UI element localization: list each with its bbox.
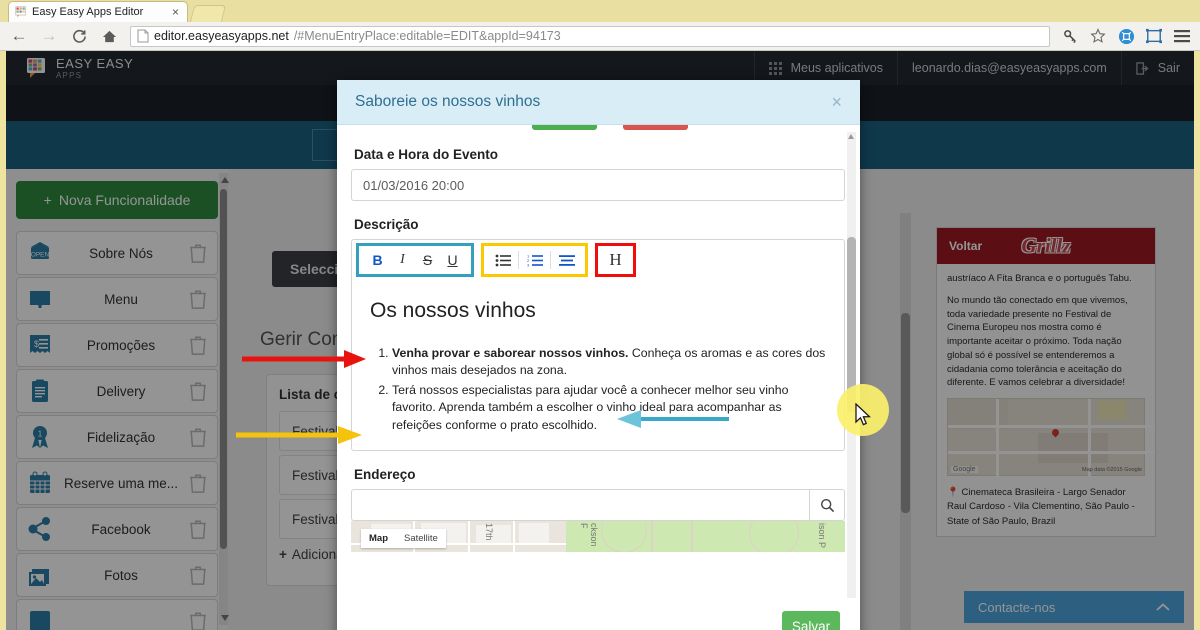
underline-button[interactable]: U: [440, 247, 465, 273]
rich-text-editor: B I S U 123 H Os nossos vinhos 1. Venha …: [351, 239, 845, 452]
address-input[interactable]: [351, 489, 809, 522]
datetime-label: Data e Hora do Evento: [354, 147, 499, 162]
extension-circle-icon[interactable]: [1114, 25, 1138, 47]
star-icon[interactable]: [1086, 25, 1110, 47]
document-list-item: Terá nossos especialistas para ajudar vo…: [392, 382, 830, 434]
satellite-button[interactable]: Satellite: [396, 529, 446, 548]
page-icon: [137, 29, 149, 43]
heading-button[interactable]: H: [603, 247, 628, 273]
text-style-group: B I S U: [356, 243, 474, 277]
list-group: 123: [481, 243, 588, 277]
key-icon[interactable]: [1058, 25, 1082, 47]
url-path: /#MenuEntryPlace:editable=EDIT&appId=941…: [293, 29, 561, 43]
mouse-cursor: [855, 403, 871, 426]
browser-tab[interactable]: Easy Easy Apps Editor ×: [8, 1, 188, 22]
save-button[interactable]: Salvar: [782, 611, 840, 630]
modal-footer: Salvar: [337, 598, 860, 630]
document-list: Venha provar e saborear nossos vinhos. C…: [392, 345, 830, 434]
event-edit-modal: Saboreie os nossos vinhos × Data e Hora …: [337, 80, 860, 630]
document-heading: Os nossos vinhos: [370, 299, 536, 322]
street-label: ckson F: [579, 523, 599, 547]
browser-toolbar: ← → editor.easyeasyapps.net /#MenuEntryPl…: [0, 22, 1200, 51]
strikethrough-button[interactable]: S: [415, 247, 440, 273]
datetime-input[interactable]: 01/03/2016 20:00: [351, 169, 845, 201]
search-icon[interactable]: [809, 489, 845, 522]
new-tab-button[interactable]: [189, 5, 227, 22]
scroll-up-icon[interactable]: [848, 134, 854, 139]
address-search-row: [351, 489, 845, 522]
modal-scrollbar[interactable]: [847, 132, 856, 606]
street-label: ison P: [817, 523, 827, 549]
window-edge-right: [1194, 0, 1200, 630]
modal-title: Saboreie os nossos vinhos: [355, 93, 541, 110]
forward-button[interactable]: →: [36, 24, 62, 48]
tab-title: Easy Easy Apps Editor: [32, 6, 144, 18]
home-button[interactable]: [96, 24, 122, 48]
tab-close-icon[interactable]: ×: [170, 6, 181, 18]
svg-text:3: 3: [527, 262, 530, 267]
list-item-bold: Venha provar e saborear nossos vinhos.: [392, 346, 629, 360]
editor-content[interactable]: Os nossos vinhos Venha provar e saborear…: [352, 280, 844, 450]
modal-header: Saboreie os nossos vinhos ×: [337, 80, 860, 125]
reload-button[interactable]: [66, 24, 92, 48]
browser-tabstrip: Easy Easy Apps Editor ×: [0, 0, 1200, 22]
heading-group: H: [595, 243, 636, 277]
editor-toolbar: B I S U 123 H: [352, 240, 844, 280]
numbered-list-icon[interactable]: 123: [522, 247, 547, 273]
url-host: editor.easyeasyapps.net: [154, 29, 289, 43]
extension-square-icon[interactable]: [1142, 25, 1166, 47]
modal-body: Data e Hora do Evento 01/03/2016 20:00 D…: [337, 125, 860, 612]
peek-red-button[interactable]: [623, 125, 688, 130]
web-page: EASY EASY APPS Meus aplicativos leonardo…: [6, 51, 1194, 630]
toolbar-divider: [518, 251, 519, 269]
app-favicon: [15, 6, 26, 18]
map-button[interactable]: Map: [361, 529, 396, 548]
close-icon[interactable]: ×: [831, 93, 842, 111]
scrolled-buttons-peek: [351, 125, 846, 131]
screenshot-root: Easy Easy Apps Editor × ← → editor.easye…: [0, 0, 1200, 630]
peek-green-button[interactable]: [532, 125, 597, 130]
description-label: Descrição: [354, 217, 419, 232]
menu-icon[interactable]: [1170, 25, 1194, 47]
list-item-rest: Terá nossos especialistas para ajudar vo…: [392, 382, 789, 432]
bullet-list-icon[interactable]: [490, 247, 515, 273]
street-label: 17th: [484, 523, 494, 541]
address-bar[interactable]: editor.easyeasyapps.net /#MenuEntryPlace:…: [130, 25, 1050, 47]
document-list-item: Venha provar e saborear nossos vinhos. C…: [392, 345, 830, 380]
address-label: Endereço: [354, 467, 416, 483]
italic-button[interactable]: I: [390, 247, 415, 273]
address-map[interactable]: Map Satellite 17th ckson F ison P: [351, 521, 845, 553]
back-button[interactable]: ←: [6, 24, 32, 48]
toolbar-divider: [550, 251, 551, 269]
bold-button[interactable]: B: [365, 247, 390, 273]
align-left-icon[interactable]: [554, 247, 579, 273]
map-type-control[interactable]: Map Satellite: [361, 529, 446, 549]
